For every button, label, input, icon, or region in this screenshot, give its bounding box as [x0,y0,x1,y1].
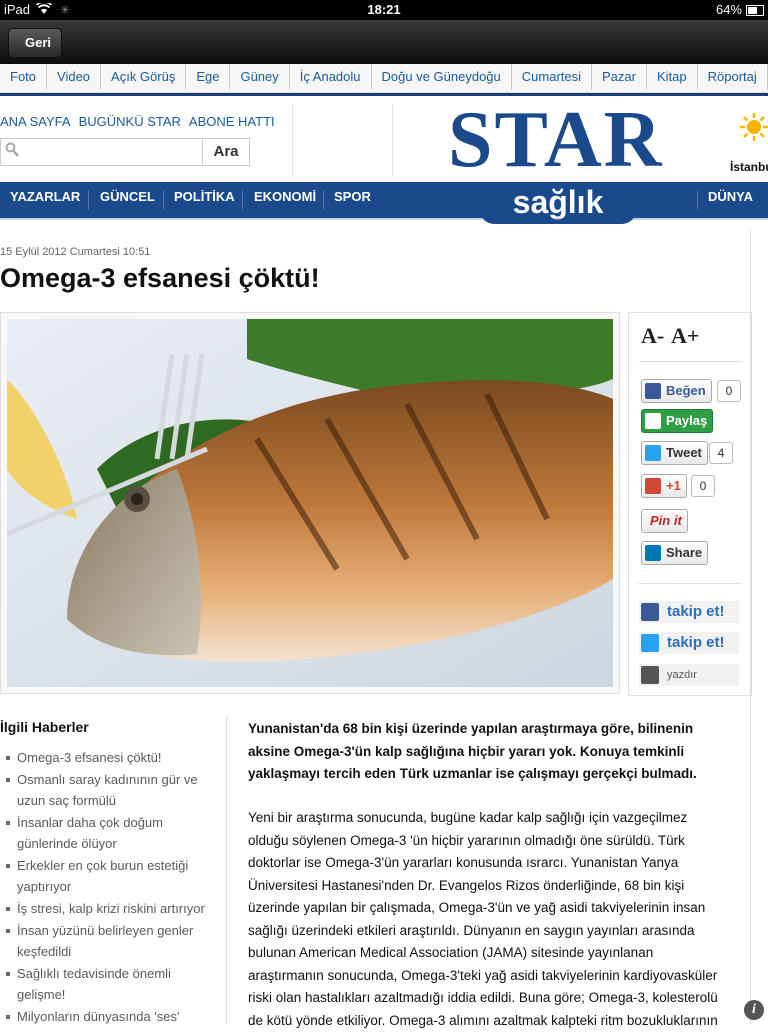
category-link[interactable]: Foto [0,64,47,90]
battery-percent: 64% [716,2,742,17]
facebook-icon [645,383,661,399]
section-link[interactable]: DÜNYA [708,189,753,204]
like-count: 0 [717,380,741,402]
pinterest-button[interactable]: Pin it [641,509,688,533]
share-label: Paylaş [666,413,707,428]
google-plus-button[interactable]: +1 [641,474,687,498]
divider [639,361,741,362]
section-separator [242,190,243,210]
section-separator [163,190,164,210]
section-separator [323,190,324,210]
linkedin-label: Share [666,545,702,560]
twitter-icon [641,634,659,652]
related-news-link[interactable]: Osmanlı saray kadınının gür ve uzun saç … [0,769,220,811]
category-link[interactable]: Güney [230,64,289,90]
section-separator [88,190,89,210]
category-bar: FotoVideoAçık GörüşEgeGüneyİç AnadoluDoğ… [0,64,768,93]
twitter-icon [645,445,661,461]
todays-star-link[interactable]: BUGÜNKÜ STAR [79,114,181,129]
related-news-link[interactable]: Erkekler en çok burun estetiği yaptırıyo… [0,855,220,897]
category-link[interactable]: Video [47,64,101,90]
tweet-button[interactable]: Tweet [641,441,708,465]
twitter-follow-button[interactable]: takip et! [639,632,739,654]
info-icon[interactable]: i [744,1000,764,1020]
related-news-link[interactable]: Omega-3 efsanesi çöktü! [0,747,220,768]
section-bar: YAZARLAR GÜNCEL POLİTİKA EKONOMİ SPOR DÜ… [0,182,768,218]
related-news-list: Omega-3 efsanesi çöktü! Osmanlı saray ka… [0,747,220,1028]
facebook-follow-button[interactable]: takip et! [639,601,739,623]
search-box: Ara [0,138,250,166]
search-button[interactable]: Ara [202,139,249,165]
facebook-icon [645,413,661,429]
home-link[interactable]: ANA SAYFA [0,114,71,129]
search-icon [5,142,19,158]
clock: 18:21 [0,2,768,17]
header-divider [292,104,293,176]
section-separator [697,190,698,210]
font-increase-button[interactable]: A+ [671,323,699,349]
weather-sun-icon [740,113,768,141]
category-link[interactable]: Cumartesi [512,64,592,90]
facebook-share-button[interactable]: Paylaş [641,409,713,433]
status-bar: iPad ✳ 18:21 64% [0,0,768,20]
tweet-count: 4 [709,442,733,464]
subscription-link[interactable]: ABONE HATTI [189,114,275,129]
google-plus-icon [645,478,661,494]
section-link[interactable]: YAZARLAR [10,189,80,204]
print-label: yazdır [667,669,697,681]
section-divider [0,218,768,220]
related-news-link[interactable]: İş stresi, kalp krizi riskini artırıyor [0,898,220,919]
column-divider [226,716,227,1024]
section-link[interactable]: POLİTİKA [174,189,235,204]
like-label: Beğen [666,383,706,398]
related-news-link[interactable]: Sağlıklı tedavisinde önemli gelişme! [0,963,220,1005]
navigation-bar: Geri [0,20,768,64]
facebook-icon [641,603,659,621]
linkedin-icon [645,545,661,561]
tweet-label: Tweet [666,445,702,460]
font-decrease-button[interactable]: A- [641,323,664,349]
category-link[interactable]: Ege [186,64,230,90]
weather-city[interactable]: İstanbu [730,160,768,174]
print-button[interactable]: yazdır [639,664,739,686]
grilled-fish-image [7,319,613,687]
page-divider [750,230,751,1024]
article-body: Yeni bir araştırma sonucunda, bugüne kad… [248,807,726,1032]
gplus-count: 0 [691,475,715,497]
category-link[interactable]: İç Anadolu [290,64,372,90]
category-link[interactable]: Açık Görüş [101,64,186,90]
related-news-link[interactable]: İnsan yüzünü belirleyen genler keşfedild… [0,920,220,962]
search-input[interactable] [23,142,197,162]
related-news-link[interactable]: İnsanlar daha çok doğum günlerinde ölüyo… [0,812,220,854]
article-lead: Yunanistan'da 68 bin kişi üzerinde yapıl… [248,718,718,786]
star-logo[interactable]: STAR [448,100,663,180]
battery-level [748,7,757,14]
related-news-heading: İlgili Haberler [0,719,89,735]
back-button[interactable]: Geri [8,28,62,58]
share-panel: A- A+ Beğen 0 Paylaş Tweet 4 +1 0 Pin it… [628,312,752,696]
category-link[interactable]: Röportaj [698,64,768,90]
category-link[interactable]: Kitap [647,64,698,90]
follow-twitter-label: takip et! [667,634,725,651]
battery-icon [746,5,764,16]
follow-facebook-label: takip et! [667,603,725,620]
category-link[interactable]: Doğu ve Güneydoğu [372,64,512,90]
section-link[interactable]: GÜNCEL [100,189,155,204]
linkedin-share-button[interactable]: Share [641,541,708,565]
article-title: Omega-3 efsanesi çöktü! [0,263,320,294]
header-divider [392,104,393,176]
category-link[interactable]: Pazar [592,64,647,90]
section-link[interactable]: EKONOMİ [254,189,316,204]
gplus-label: +1 [666,478,681,493]
printer-icon [641,666,659,684]
top-links: ANA SAYFA BUGÜNKÜ STAR ABONE HATTI [0,114,283,129]
divider [639,583,741,584]
facebook-like-button[interactable]: Beğen [641,379,712,403]
section-link[interactable]: SPOR [334,189,371,204]
article-photo [0,312,620,694]
article-date: 15 Eylül 2012 Cumartesi 10:51 [0,246,150,258]
